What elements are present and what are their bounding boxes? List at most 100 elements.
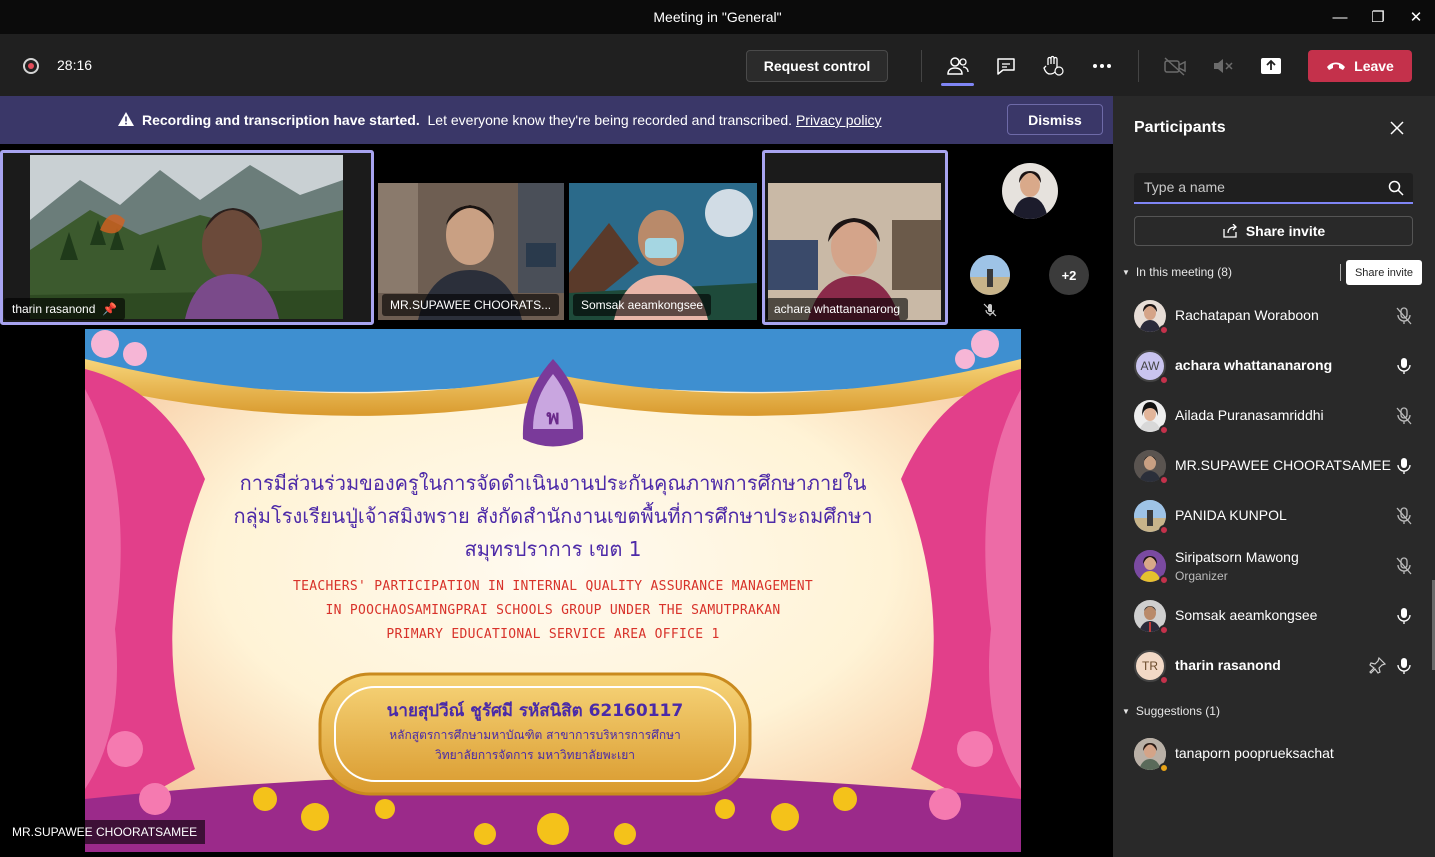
slide-english-title: TEACHERS' PARTICIPATION IN INTERNAL QUAL… xyxy=(85,575,1021,647)
status-badge xyxy=(1159,475,1169,485)
participant-row[interactable]: PANIDA KUNPOL xyxy=(1113,492,1435,542)
participants-panel: Participants Share invite ▼ In this meet… xyxy=(1113,96,1435,857)
participant-row[interactable]: TR tharin rasanond xyxy=(1113,642,1435,692)
slide-title-line: สมุทรปราการ เขต 1 xyxy=(464,537,642,561)
share-invite-button[interactable]: Share invite xyxy=(1134,216,1413,246)
participant-row[interactable]: AW achara whattananarong xyxy=(1113,342,1435,392)
dismiss-button[interactable]: Dismiss xyxy=(1007,104,1103,135)
video-tile[interactable]: MR.SUPAWEE CHOORATS... xyxy=(378,183,564,320)
speaker-off-icon[interactable] xyxy=(1209,52,1237,80)
video-tile-label: tharin rasanond 📌 xyxy=(4,298,126,320)
participant-row[interactable]: Somsak aeamkongsee xyxy=(1113,592,1435,642)
mic-off-icon xyxy=(983,303,997,322)
window-controls: — ❐ ✕ xyxy=(1321,0,1435,34)
mic-off-icon[interactable] xyxy=(1395,556,1413,576)
toolbar-divider xyxy=(1138,50,1139,82)
title-bar: Meeting in "General" — ❐ ✕ xyxy=(0,0,1435,34)
video-tile[interactable]: achara whattananarong xyxy=(762,150,947,324)
toolbar-divider xyxy=(921,50,922,82)
slide-title-line: การมีส่วนร่วมของครูในการจัดดำเนินงานประก… xyxy=(239,471,867,495)
status-badge xyxy=(1159,625,1169,635)
tooltip-anchor xyxy=(1340,264,1343,281)
recording-icon xyxy=(23,58,39,74)
video-tile-label: Somsak aeamkongsee xyxy=(573,294,712,316)
overflow-participants-button[interactable]: +2 xyxy=(1049,255,1089,295)
slide-plaque-text: นายสุปวีณ์ ชูรัศมี รหัสนิสิต 62160117 หล… xyxy=(320,697,750,765)
slide-author: นายสุปวีณ์ ชูรัศมี รหัสนิสิต 62160117 xyxy=(386,701,684,721)
banner-text: Recording and transcription have started… xyxy=(142,112,882,128)
slide-thai-title: การมีส่วนร่วมของครูในการจัดดำเนินงานประก… xyxy=(85,467,1021,566)
participant-name: tanaporn pooprueksachat xyxy=(1175,745,1334,761)
leave-label: Leave xyxy=(1354,58,1394,74)
participant-name: PANIDA KUNPOL xyxy=(1175,507,1287,523)
mic-off-icon[interactable] xyxy=(1395,506,1413,526)
in-meeting-header[interactable]: ▼ In this meeting (8) xyxy=(1122,265,1232,279)
meeting-timer: 28:16 xyxy=(57,57,93,73)
banner-message: Let everyone know they're being recorded… xyxy=(427,112,793,128)
panel-title: Participants xyxy=(1134,119,1226,136)
close-window-button[interactable]: ✕ xyxy=(1397,0,1435,34)
status-badge xyxy=(1159,525,1169,535)
participant-row[interactable]: Rachatapan Woraboon xyxy=(1113,292,1435,342)
mic-off-icon[interactable] xyxy=(1395,306,1413,326)
participant-name: MR.SUPAWEE CHOORATSAMEE xyxy=(1175,457,1391,473)
status-badge xyxy=(1159,325,1169,335)
search-input[interactable] xyxy=(1144,179,1374,195)
participant-name: Ailada Puranasamriddhi xyxy=(1175,407,1324,423)
participant-avatar[interactable] xyxy=(970,255,1010,295)
share-invite-tooltip: Share invite xyxy=(1346,260,1422,285)
chat-icon[interactable] xyxy=(992,52,1020,80)
maximize-button[interactable]: ❐ xyxy=(1359,0,1397,34)
people-active-indicator xyxy=(941,83,974,86)
chevron-down-icon: ▼ xyxy=(1122,267,1130,277)
leave-button[interactable]: Leave xyxy=(1308,50,1412,82)
presenter-label: MR.SUPAWEE CHOORATSAMEE xyxy=(4,820,206,844)
slide-college: วิทยาลัยการจัดการ มหาวิทยาลัยพะเยา xyxy=(435,748,635,762)
people-icon[interactable] xyxy=(944,52,972,80)
mic-icon[interactable] xyxy=(1395,456,1413,476)
reactions-icon[interactable] xyxy=(1039,52,1067,80)
warning-icon xyxy=(118,112,134,126)
participant-avatar[interactable] xyxy=(1002,163,1058,219)
phone-hangup-icon xyxy=(1327,62,1346,70)
status-badge xyxy=(1159,763,1169,773)
participant-name: Siripatsorn Mawong xyxy=(1175,549,1299,565)
mic-off-icon[interactable] xyxy=(1395,406,1413,426)
participant-name: MR.SUPAWEE CHOORATS... xyxy=(390,298,552,312)
meeting-toolbar: 28:16 Request control Leave xyxy=(0,34,1435,96)
participant-search[interactable] xyxy=(1134,173,1413,204)
request-control-button[interactable]: Request control xyxy=(746,50,888,82)
chevron-down-icon: ▼ xyxy=(1122,706,1130,716)
participant-row[interactable]: Siripatsorn Mawong Organizer xyxy=(1113,542,1435,592)
status-badge xyxy=(1159,575,1169,585)
slide-title-line: กลุ่มโรงเรียนปู่เจ้าสมิงพราย สังกัดสำนัก… xyxy=(233,504,873,528)
status-badge xyxy=(1159,675,1169,685)
video-tile[interactable]: tharin rasanond 📌 xyxy=(0,150,373,324)
recording-banner: Recording and transcription have started… xyxy=(0,96,1113,144)
share-screen-icon[interactable] xyxy=(1257,52,1285,80)
slide-en-line: TEACHERS' PARTICIPATION IN INTERNAL QUAL… xyxy=(292,579,814,594)
pin-icon[interactable] xyxy=(1369,656,1387,676)
shared-screen: พ การมีส่วนร่วมของครูในการจัดดำเนินงานปร… xyxy=(85,329,1021,852)
mic-icon[interactable] xyxy=(1395,606,1413,626)
minimize-button[interactable]: — xyxy=(1321,0,1359,34)
mic-icon[interactable] xyxy=(1395,356,1413,376)
slide-en-line: IN POOCHAOSAMINGPRAI SCHOOLS GROUP UNDER… xyxy=(325,603,781,618)
suggestions-header[interactable]: ▼ Suggestions (1) xyxy=(1122,704,1220,718)
video-tile[interactable]: Somsak aeamkongsee xyxy=(569,183,757,320)
pin-icon: 📌 xyxy=(98,302,118,316)
status-badge xyxy=(1159,375,1169,385)
share-icon xyxy=(1223,224,1237,238)
suggested-participant-row[interactable]: tanaporn pooprueksachat xyxy=(1113,730,1435,780)
search-icon xyxy=(1388,180,1404,196)
suggestions-label: Suggestions (1) xyxy=(1135,704,1220,718)
more-icon[interactable] xyxy=(1088,52,1116,80)
privacy-policy-link[interactable]: Privacy policy xyxy=(796,112,882,128)
mic-icon[interactable] xyxy=(1395,656,1413,676)
slide-program: หลักสูตรการศึกษามหาบัณฑิต สาขาการบริหารก… xyxy=(389,728,681,742)
participant-row[interactable]: Ailada Puranasamriddhi xyxy=(1113,392,1435,442)
participant-name: achara whattananarong xyxy=(774,302,901,316)
close-icon[interactable] xyxy=(1387,118,1407,138)
camera-off-icon[interactable] xyxy=(1161,52,1189,80)
participant-row[interactable]: MR.SUPAWEE CHOORATSAMEE xyxy=(1113,442,1435,492)
